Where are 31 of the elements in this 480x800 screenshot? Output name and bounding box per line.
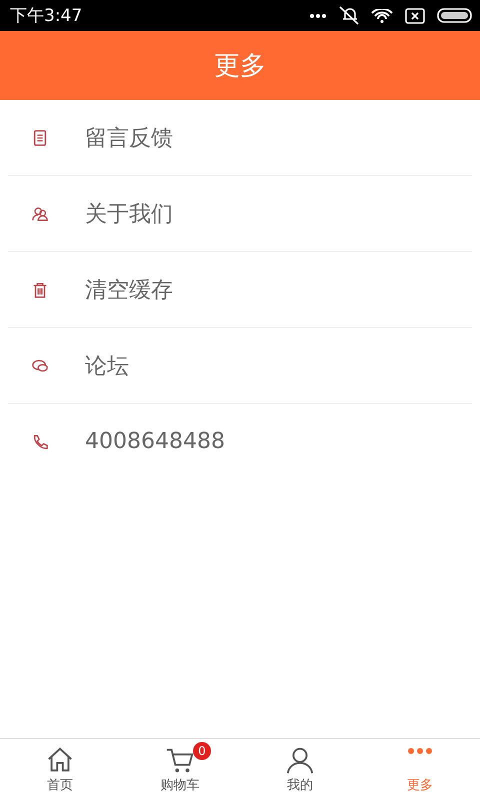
menu-label: 清空缓存: [85, 276, 173, 304]
person-icon: [285, 746, 315, 776]
menu-item[interactable]: 留言反馈: [8, 100, 472, 176]
menu-label: 论坛: [85, 352, 129, 380]
tab[interactable]: 0 购物车: [120, 739, 240, 800]
menu-item[interactable]: 清空缓存: [8, 252, 472, 328]
people-icon: [31, 204, 49, 222]
tab-label: 我的: [287, 776, 313, 794]
muted-bell-icon: [339, 6, 359, 25]
count-badge: 0: [193, 742, 211, 760]
menu-label: 留言反馈: [85, 124, 173, 152]
menu-item[interactable]: 论坛: [8, 328, 472, 404]
menu-label: 4008648488: [85, 429, 225, 454]
menu-item[interactable]: 关于我们: [8, 176, 472, 252]
trash-icon: [31, 280, 49, 298]
tab[interactable]: 首页: [0, 739, 120, 800]
tab-label: 购物车: [160, 776, 200, 794]
page-title: 更多: [214, 50, 266, 83]
tab-label: 首页: [47, 776, 73, 794]
more-icon: [408, 748, 432, 754]
tab-label: 更多: [407, 776, 433, 794]
document-icon: [31, 128, 49, 146]
wifi-icon: [371, 8, 393, 22]
battery-icon: [437, 8, 472, 23]
menu-item[interactable]: 4008648488: [8, 404, 472, 479]
no-sim-icon: [405, 8, 425, 24]
phone-icon: [31, 432, 49, 450]
menu-label: 关于我们: [85, 200, 173, 228]
status-time: 下午3:47: [10, 5, 82, 27]
dots-icon: [309, 12, 327, 18]
tab[interactable]: 我的: [240, 739, 360, 800]
